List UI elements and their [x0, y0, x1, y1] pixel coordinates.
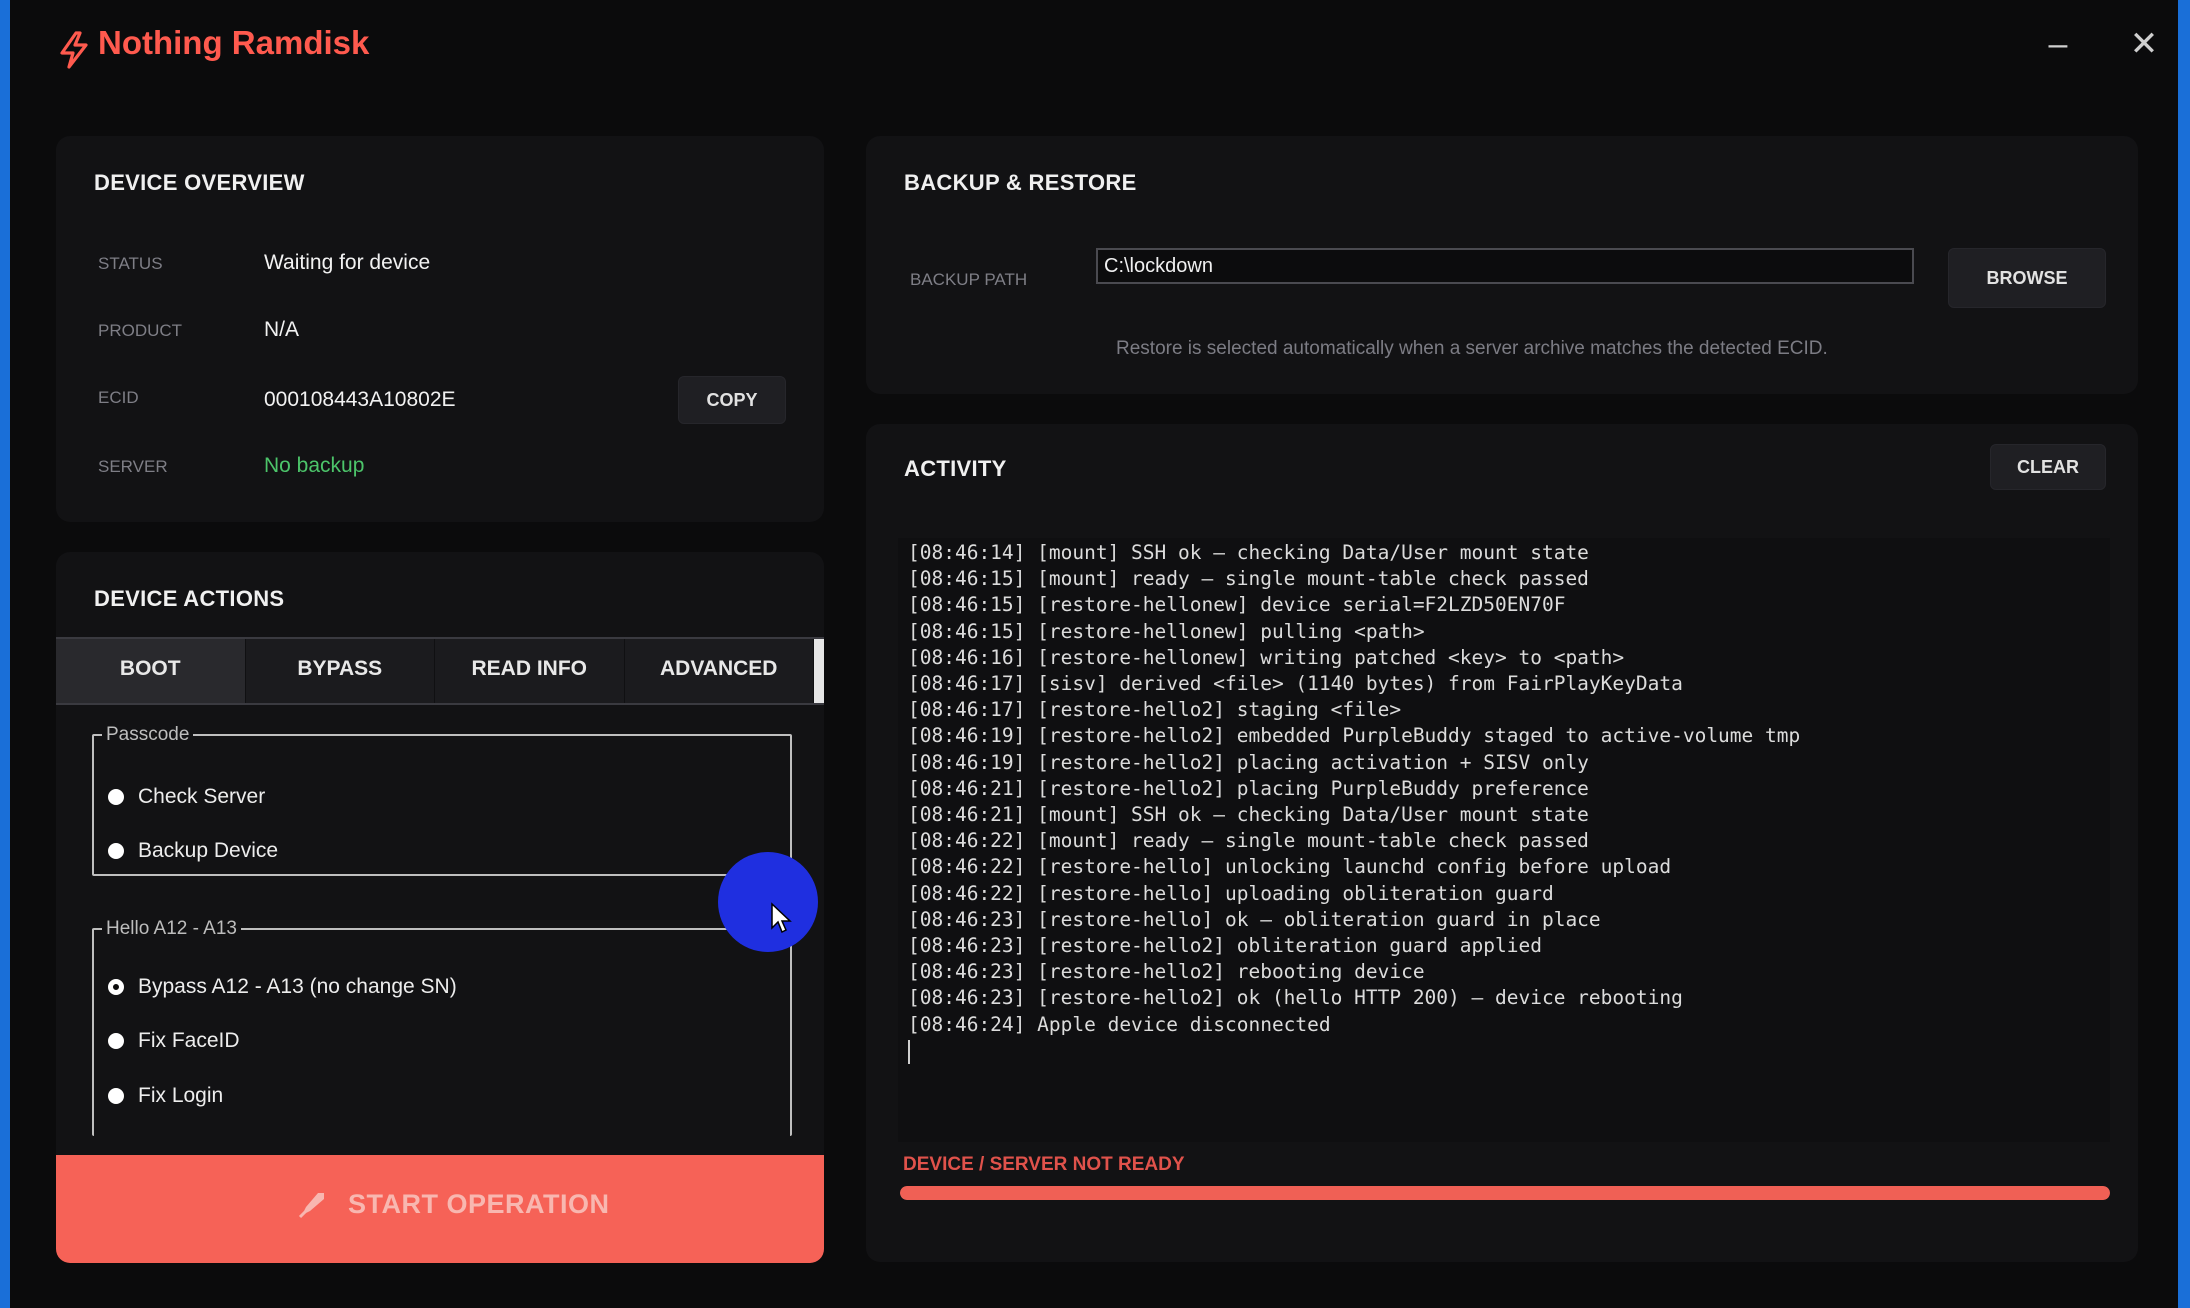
start-operation-button[interactable]: START OPERATION	[56, 1155, 824, 1263]
text-caret	[908, 1039, 910, 1064]
passcode-legend: Passcode	[106, 724, 190, 745]
server-value: No backup	[264, 454, 365, 477]
action-tabs: BOOT BYPASS READ INFO ADVANCED	[56, 637, 824, 705]
log-line: [08:46:21] [mount] SSH ok — checking Dat…	[908, 803, 1589, 827]
copy-ecid-button[interactable]: COPY	[678, 376, 786, 424]
radio-button[interactable]	[108, 789, 124, 805]
log-line: [08:46:16] [restore-hellonew] writing pa…	[908, 645, 1625, 669]
status-value: Waiting for device	[264, 251, 431, 274]
radio-button[interactable]	[108, 843, 124, 859]
log-line: [08:46:19] [restore-hello2] embedded Pur…	[908, 724, 1801, 748]
log-line: [08:46:17] [restore-hello2] staging <fil…	[908, 698, 1402, 722]
radio-label: Bypass A12 - A13 (no change SN)	[138, 975, 457, 998]
radio-fix-login[interactable]: Fix Login	[108, 1079, 223, 1113]
backup-path-input[interactable]	[1096, 248, 1914, 284]
hello-a12-a13-group: Hello A12 - A13 Bypass A12 - A13 (no cha…	[92, 918, 792, 1136]
product-label: PRODUCT	[98, 321, 183, 340]
minimize-button[interactable]: –	[2036, 22, 2080, 66]
log-line: [08:46:21] [restore-hello2] placing Purp…	[908, 776, 1589, 800]
ecid-label: ECID	[98, 388, 139, 407]
radio-label: Check Server	[138, 785, 266, 808]
clear-log-button[interactable]: CLEAR	[1990, 444, 2106, 490]
device-overview-panel: DEVICE OVERVIEW STATUS Waiting for devic…	[56, 136, 824, 522]
close-button[interactable]: ✕	[2122, 22, 2166, 66]
log-line: [08:46:24] Apple device disconnected	[908, 1012, 1331, 1036]
log-line: [08:46:23] [restore-hello2] obliteration…	[908, 934, 1542, 958]
log-line: [08:46:22] [mount] ready — single mount-…	[908, 829, 1589, 853]
tab-strip-edge	[814, 639, 824, 703]
ready-status-text: DEVICE / SERVER NOT READY	[903, 1154, 1185, 1175]
log-line: [08:46:22] [restore-hello] unlocking lau…	[908, 855, 1672, 879]
radio-bypass-a12-a13[interactable]: Bypass A12 - A13 (no change SN)	[108, 970, 457, 1004]
device-overview-title: DEVICE OVERVIEW	[94, 170, 305, 195]
radio-button[interactable]	[108, 1033, 124, 1049]
log-line: [08:46:15] [mount] ready — single mount-…	[908, 567, 1589, 591]
tab-advanced[interactable]: ADVANCED	[625, 639, 814, 703]
backup-restore-title: BACKUP & RESTORE	[904, 170, 1137, 195]
app-title: Nothing Ramdisk	[98, 24, 370, 61]
cursor-highlight	[718, 852, 818, 952]
radio-label: Backup Device	[138, 839, 279, 862]
lightning-bolt-icon	[60, 31, 88, 69]
activity-title: ACTIVITY	[904, 456, 1007, 481]
passcode-group: Passcode Check Server Backup Device	[92, 724, 792, 876]
radio-button[interactable]	[108, 1088, 124, 1104]
log-line: [08:46:19] [restore-hello2] placing acti…	[908, 750, 1589, 774]
tab-boot[interactable]: BOOT	[56, 639, 246, 703]
backup-path-label: BACKUP PATH	[910, 270, 1028, 289]
log-line: [08:46:22] [restore-hello] uploading obl…	[908, 881, 1554, 905]
ecid-value: 000108443A10802E	[264, 388, 456, 411]
title-bar: Nothing Ramdisk – ✕	[10, 0, 2178, 100]
activity-log[interactable]: [08:46:14] [mount] SSH ok — checking Dat…	[898, 538, 2110, 1142]
radio-fix-faceid[interactable]: Fix FaceID	[108, 1024, 240, 1058]
log-line: [08:46:15] [restore-hellonew] pulling <p…	[908, 619, 1425, 643]
log-line: [08:46:23] [restore-hello] ok — oblitera…	[908, 907, 1601, 931]
browse-button[interactable]: BROWSE	[1948, 248, 2106, 308]
status-progress-bar	[900, 1186, 2110, 1200]
log-line: [08:46:23] [restore-hello2] rebooting de…	[908, 960, 1425, 984]
status-label: STATUS	[98, 254, 163, 273]
tab-bypass[interactable]: BYPASS	[246, 639, 435, 703]
server-label: SERVER	[98, 457, 168, 476]
radio-label: Fix Login	[138, 1084, 224, 1107]
radio-backup-device[interactable]: Backup Device	[108, 834, 278, 868]
app-window: Nothing Ramdisk – ✕ DEVICE OVERVIEW STAT…	[10, 0, 2178, 1308]
radio-label: Fix FaceID	[138, 1029, 240, 1052]
device-actions-title: DEVICE ACTIONS	[94, 586, 285, 611]
product-value: N/A	[264, 318, 300, 341]
tab-read-info[interactable]: READ INFO	[435, 639, 625, 703]
log-line: [08:46:17] [sisv] derived <file> (1140 b…	[908, 672, 1683, 696]
progress-fill	[900, 1186, 2110, 1200]
log-line: [08:46:15] [restore-hellonew] device ser…	[908, 593, 1566, 617]
start-operation-label: START OPERATION	[348, 1188, 610, 1219]
restore-hint: Restore is selected automatically when a…	[1116, 338, 1828, 359]
mouse-pointer-icon	[771, 902, 792, 934]
rocket-icon	[298, 1193, 324, 1219]
hello-legend: Hello A12 - A13	[106, 918, 237, 939]
log-line: [08:46:14] [mount] SSH ok — checking Dat…	[908, 541, 1589, 564]
log-line: [08:46:23] [restore-hello2] ok (hello HT…	[908, 986, 1683, 1010]
radio-button-selected[interactable]	[108, 979, 124, 995]
radio-check-server[interactable]: Check Server	[108, 780, 265, 814]
